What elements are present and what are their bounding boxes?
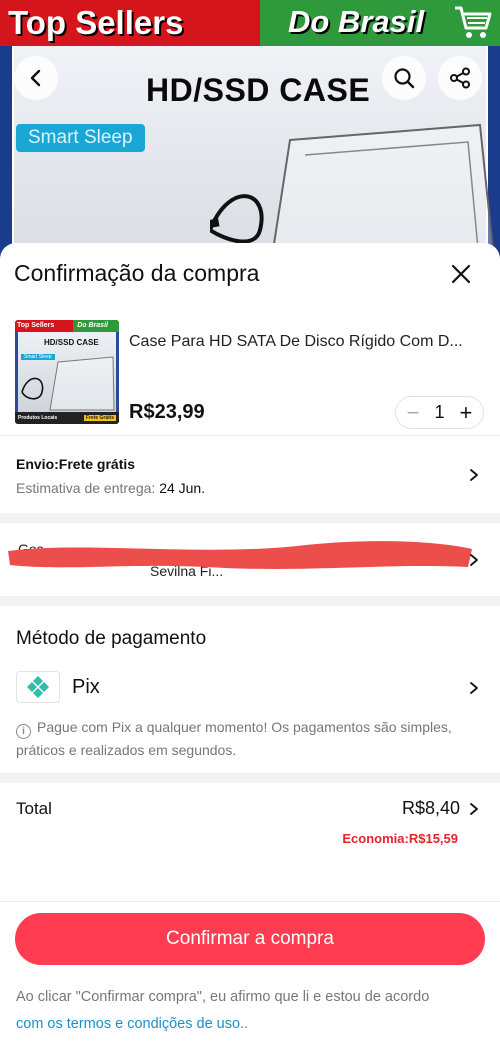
section-gap bbox=[0, 513, 500, 523]
close-button[interactable] bbox=[444, 257, 478, 291]
info-icon: i bbox=[16, 724, 31, 739]
delivery-estimate-date: 24 Jun. bbox=[159, 480, 206, 496]
quantity-stepper: − 1 + bbox=[395, 396, 484, 429]
thumb-footer-right: Frete Grátis bbox=[83, 415, 116, 421]
payment-note: i Pague com Pix a qualquer momento! Os pa… bbox=[16, 716, 456, 762]
legal-suffix: .. bbox=[240, 1016, 249, 1032]
cart-icon bbox=[455, 6, 492, 38]
product-banner: Top Sellers Do Brasil HD/SSD CASE Smart … bbox=[0, 0, 500, 260]
product-thumbnail[interactable]: Top Sellers Do Brasil HD/SSD CASE Smart … bbox=[15, 320, 119, 424]
thumb-brand-left: Top Sellers bbox=[15, 320, 74, 332]
pix-logo bbox=[16, 671, 60, 703]
banner-brand-strip: Top Sellers Do Brasil bbox=[0, 0, 500, 46]
banner-brand-left: Top Sellers bbox=[8, 4, 184, 41]
delivery-estimate: Estimativa de entrega: 24 Jun. bbox=[16, 480, 205, 496]
section-gap bbox=[0, 596, 500, 606]
product-row: Top Sellers Do Brasil HD/SSD CASE Smart … bbox=[0, 307, 500, 435]
delivery-estimate-label: Estimativa de entrega: bbox=[16, 480, 156, 496]
section-gap bbox=[0, 773, 500, 783]
product-name[interactable]: Case Para HD SATA De Disco Rígido Com D.… bbox=[129, 333, 484, 351]
back-button[interactable] bbox=[14, 56, 58, 100]
total-label: Total bbox=[16, 799, 52, 818]
banner-feature-tag: Smart Sleep bbox=[16, 124, 145, 152]
shipping-label: Envio:Frete grátis bbox=[16, 456, 136, 472]
chevron-right-icon[interactable] bbox=[468, 681, 480, 695]
search-icon bbox=[394, 68, 415, 89]
payment-section: Método de pagamento Pix i Pague com Pix a… bbox=[0, 606, 500, 773]
payment-method-label[interactable]: Pix bbox=[72, 676, 100, 699]
chevron-right-icon bbox=[470, 554, 478, 566]
hdd-case-illustration bbox=[210, 123, 495, 260]
terms-link[interactable]: com os termos e condições de uso bbox=[16, 1016, 240, 1032]
legal-disclaimer: Ao clicar "Confirmar compra", eu afirmo … bbox=[16, 984, 456, 1038]
purchase-confirmation-sheet: Confirmação da compra Top Sellers Do Bra… bbox=[0, 243, 500, 1042]
search-button[interactable] bbox=[382, 56, 426, 100]
thumb-footer-left: Produtos Locais bbox=[18, 415, 58, 421]
shipping-row[interactable]: Envio:Frete grátis Estimativa de entrega… bbox=[0, 436, 500, 513]
sheet-header: Confirmação da compra bbox=[0, 243, 500, 307]
chevron-left-icon bbox=[30, 69, 41, 87]
close-icon bbox=[451, 264, 471, 284]
decrease-quantity-button[interactable]: − bbox=[402, 401, 424, 424]
total-row[interactable]: Total R$8,40 Economia:R$15,59 bbox=[0, 783, 500, 901]
quantity-value: 1 bbox=[434, 402, 445, 422]
chevron-right-icon bbox=[470, 803, 478, 815]
divider bbox=[0, 901, 500, 902]
payment-note-text: Pague com Pix a qualquer momento! Os pag… bbox=[16, 719, 452, 758]
banner-headline: HD/SSD CASE bbox=[146, 72, 371, 108]
payment-title: Método de pagamento bbox=[16, 628, 207, 649]
increase-quantity-button[interactable]: + bbox=[455, 401, 477, 424]
savings-amount: Economia:R$15,59 bbox=[342, 831, 458, 846]
thumb-brand-right: Do Brasil bbox=[73, 320, 119, 332]
product-price: R$23,99 bbox=[129, 401, 205, 423]
sheet-title: Confirmação da compra bbox=[14, 260, 260, 286]
chevron-right-icon bbox=[470, 469, 478, 481]
banner-brand-right: Do Brasil bbox=[288, 4, 425, 39]
thumb-case-illustration bbox=[21, 356, 115, 411]
pix-icon bbox=[27, 676, 49, 698]
redaction-scribble bbox=[8, 541, 472, 569]
legal-text: Ao clicar "Confirmar compra", eu afirmo … bbox=[16, 989, 430, 1005]
total-value: R$8,40 bbox=[401, 798, 460, 818]
share-button[interactable] bbox=[438, 56, 482, 100]
confirm-purchase-button[interactable]: Confirmar a compra bbox=[15, 913, 485, 965]
address-row[interactable]: Gos... Sevilna Fi... bbox=[0, 523, 500, 596]
share-icon bbox=[450, 67, 470, 89]
